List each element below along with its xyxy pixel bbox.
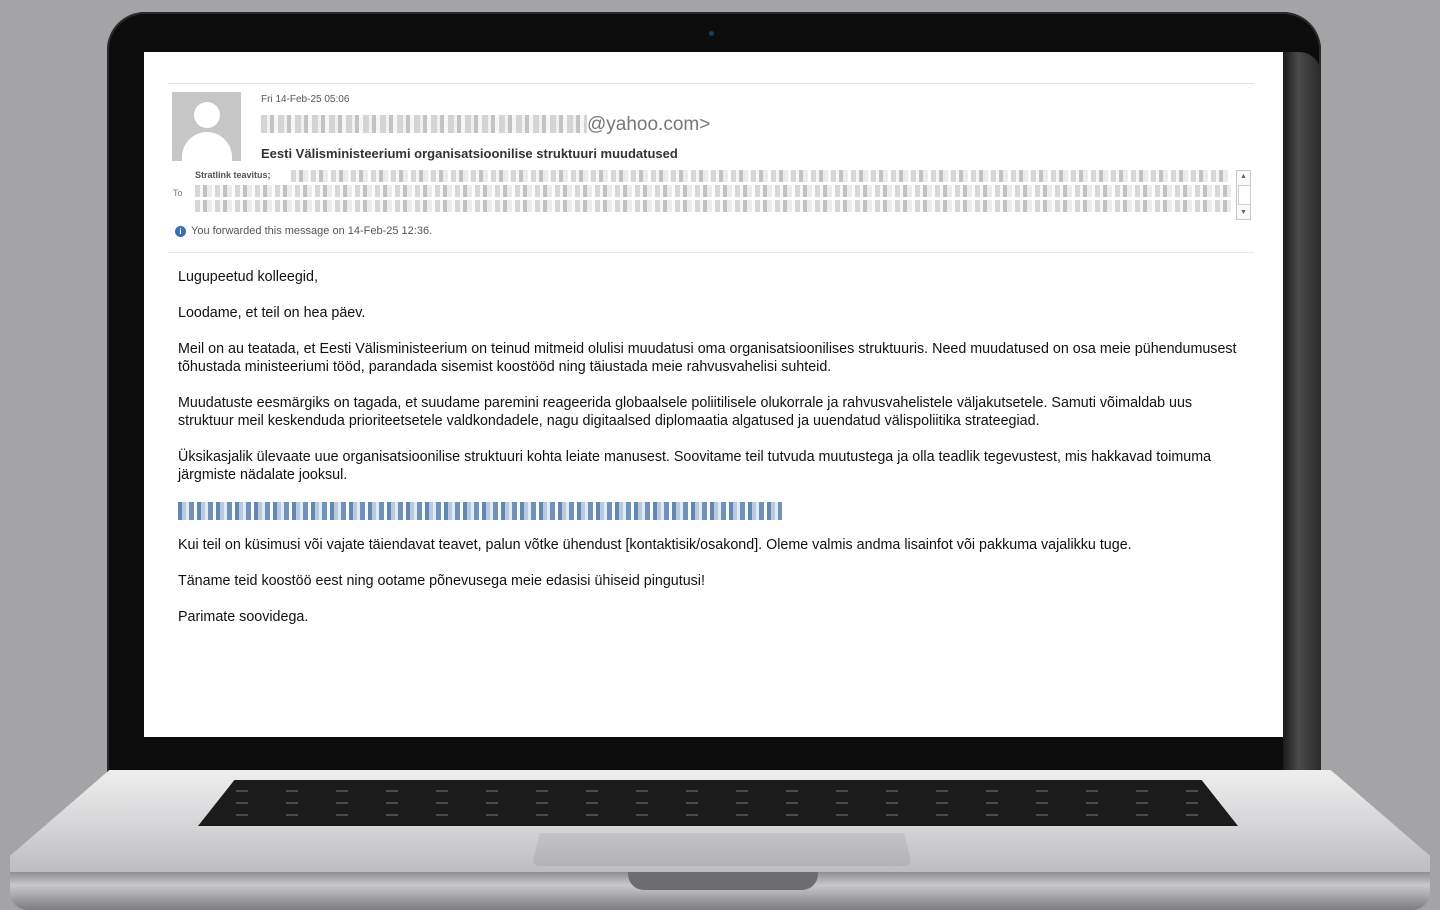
lid-opening-notch <box>628 872 818 890</box>
avatar-head <box>194 102 220 128</box>
body-paragraph: Kui teil on küsimusi või vajate täiendav… <box>178 537 1132 553</box>
header-bottom-divider <box>168 252 1254 253</box>
body-paragraph: Meil on au teatada, et Eesti Välisminist… <box>178 341 1237 375</box>
body-paragraph: Loodame, et teil on hea päev. <box>178 305 366 321</box>
email-screen: Fri 14-Feb-25 05:06 @yahoo.com> Eesti Vä… <box>144 52 1283 737</box>
scroll-down-icon[interactable]: ▼ <box>1237 207 1250 219</box>
key-row <box>198 814 1238 816</box>
trackpad <box>532 833 912 866</box>
email-subject: Eesti Välisministeeriumi organisatsiooni… <box>261 146 678 161</box>
redacted-recipients-row <box>195 200 1231 212</box>
forwarded-text: You forwarded this message on 14-Feb-25 … <box>191 225 433 237</box>
scroll-thumb[interactable] <box>1238 185 1251 205</box>
forwarded-notice: i You forwarded this message on 14-Feb-25… <box>175 225 432 237</box>
key-row <box>198 802 1238 804</box>
email-body: Lugupeetud kolleegid, Loodame, et teil o… <box>178 268 1248 644</box>
avatar-body <box>182 132 232 161</box>
body-paragraph: Muudatuste eesmärgiks on tagada, et suud… <box>178 395 1193 429</box>
sender-domain: @yahoo.com> <box>587 114 711 135</box>
greeting: Lugupeetud kolleegid, <box>178 269 318 285</box>
redacted-recipients-row <box>291 170 1231 182</box>
info-icon: i <box>175 226 186 237</box>
body-paragraph: Täname teid koostöö eest ning ootame põn… <box>178 573 705 589</box>
to-label: To <box>173 188 183 198</box>
redacted-sender-name <box>261 115 587 133</box>
recipients-scrollbar[interactable]: ▲ ▼ <box>1236 170 1251 220</box>
email-sender[interactable]: @yahoo.com> <box>261 114 710 136</box>
header-divider <box>168 83 1254 84</box>
recipients-field[interactable]: Stratlink teavitus; <box>195 170 1235 220</box>
lid-reflection <box>1283 52 1321 770</box>
scroll-up-icon[interactable]: ▲ <box>1237 171 1250 183</box>
webcam-icon <box>709 31 714 36</box>
redacted-link[interactable] <box>178 502 782 520</box>
keyboard <box>198 780 1238 826</box>
key-row <box>198 790 1238 792</box>
closing: Parimate soovidega. <box>178 609 309 625</box>
redacted-recipients-row <box>195 185 1231 197</box>
email-date: Fri 14-Feb-25 05:06 <box>261 94 350 105</box>
sender-avatar <box>172 92 241 161</box>
body-paragraph: Üksikasjalik ülevaate uue organisatsioon… <box>178 449 1212 483</box>
